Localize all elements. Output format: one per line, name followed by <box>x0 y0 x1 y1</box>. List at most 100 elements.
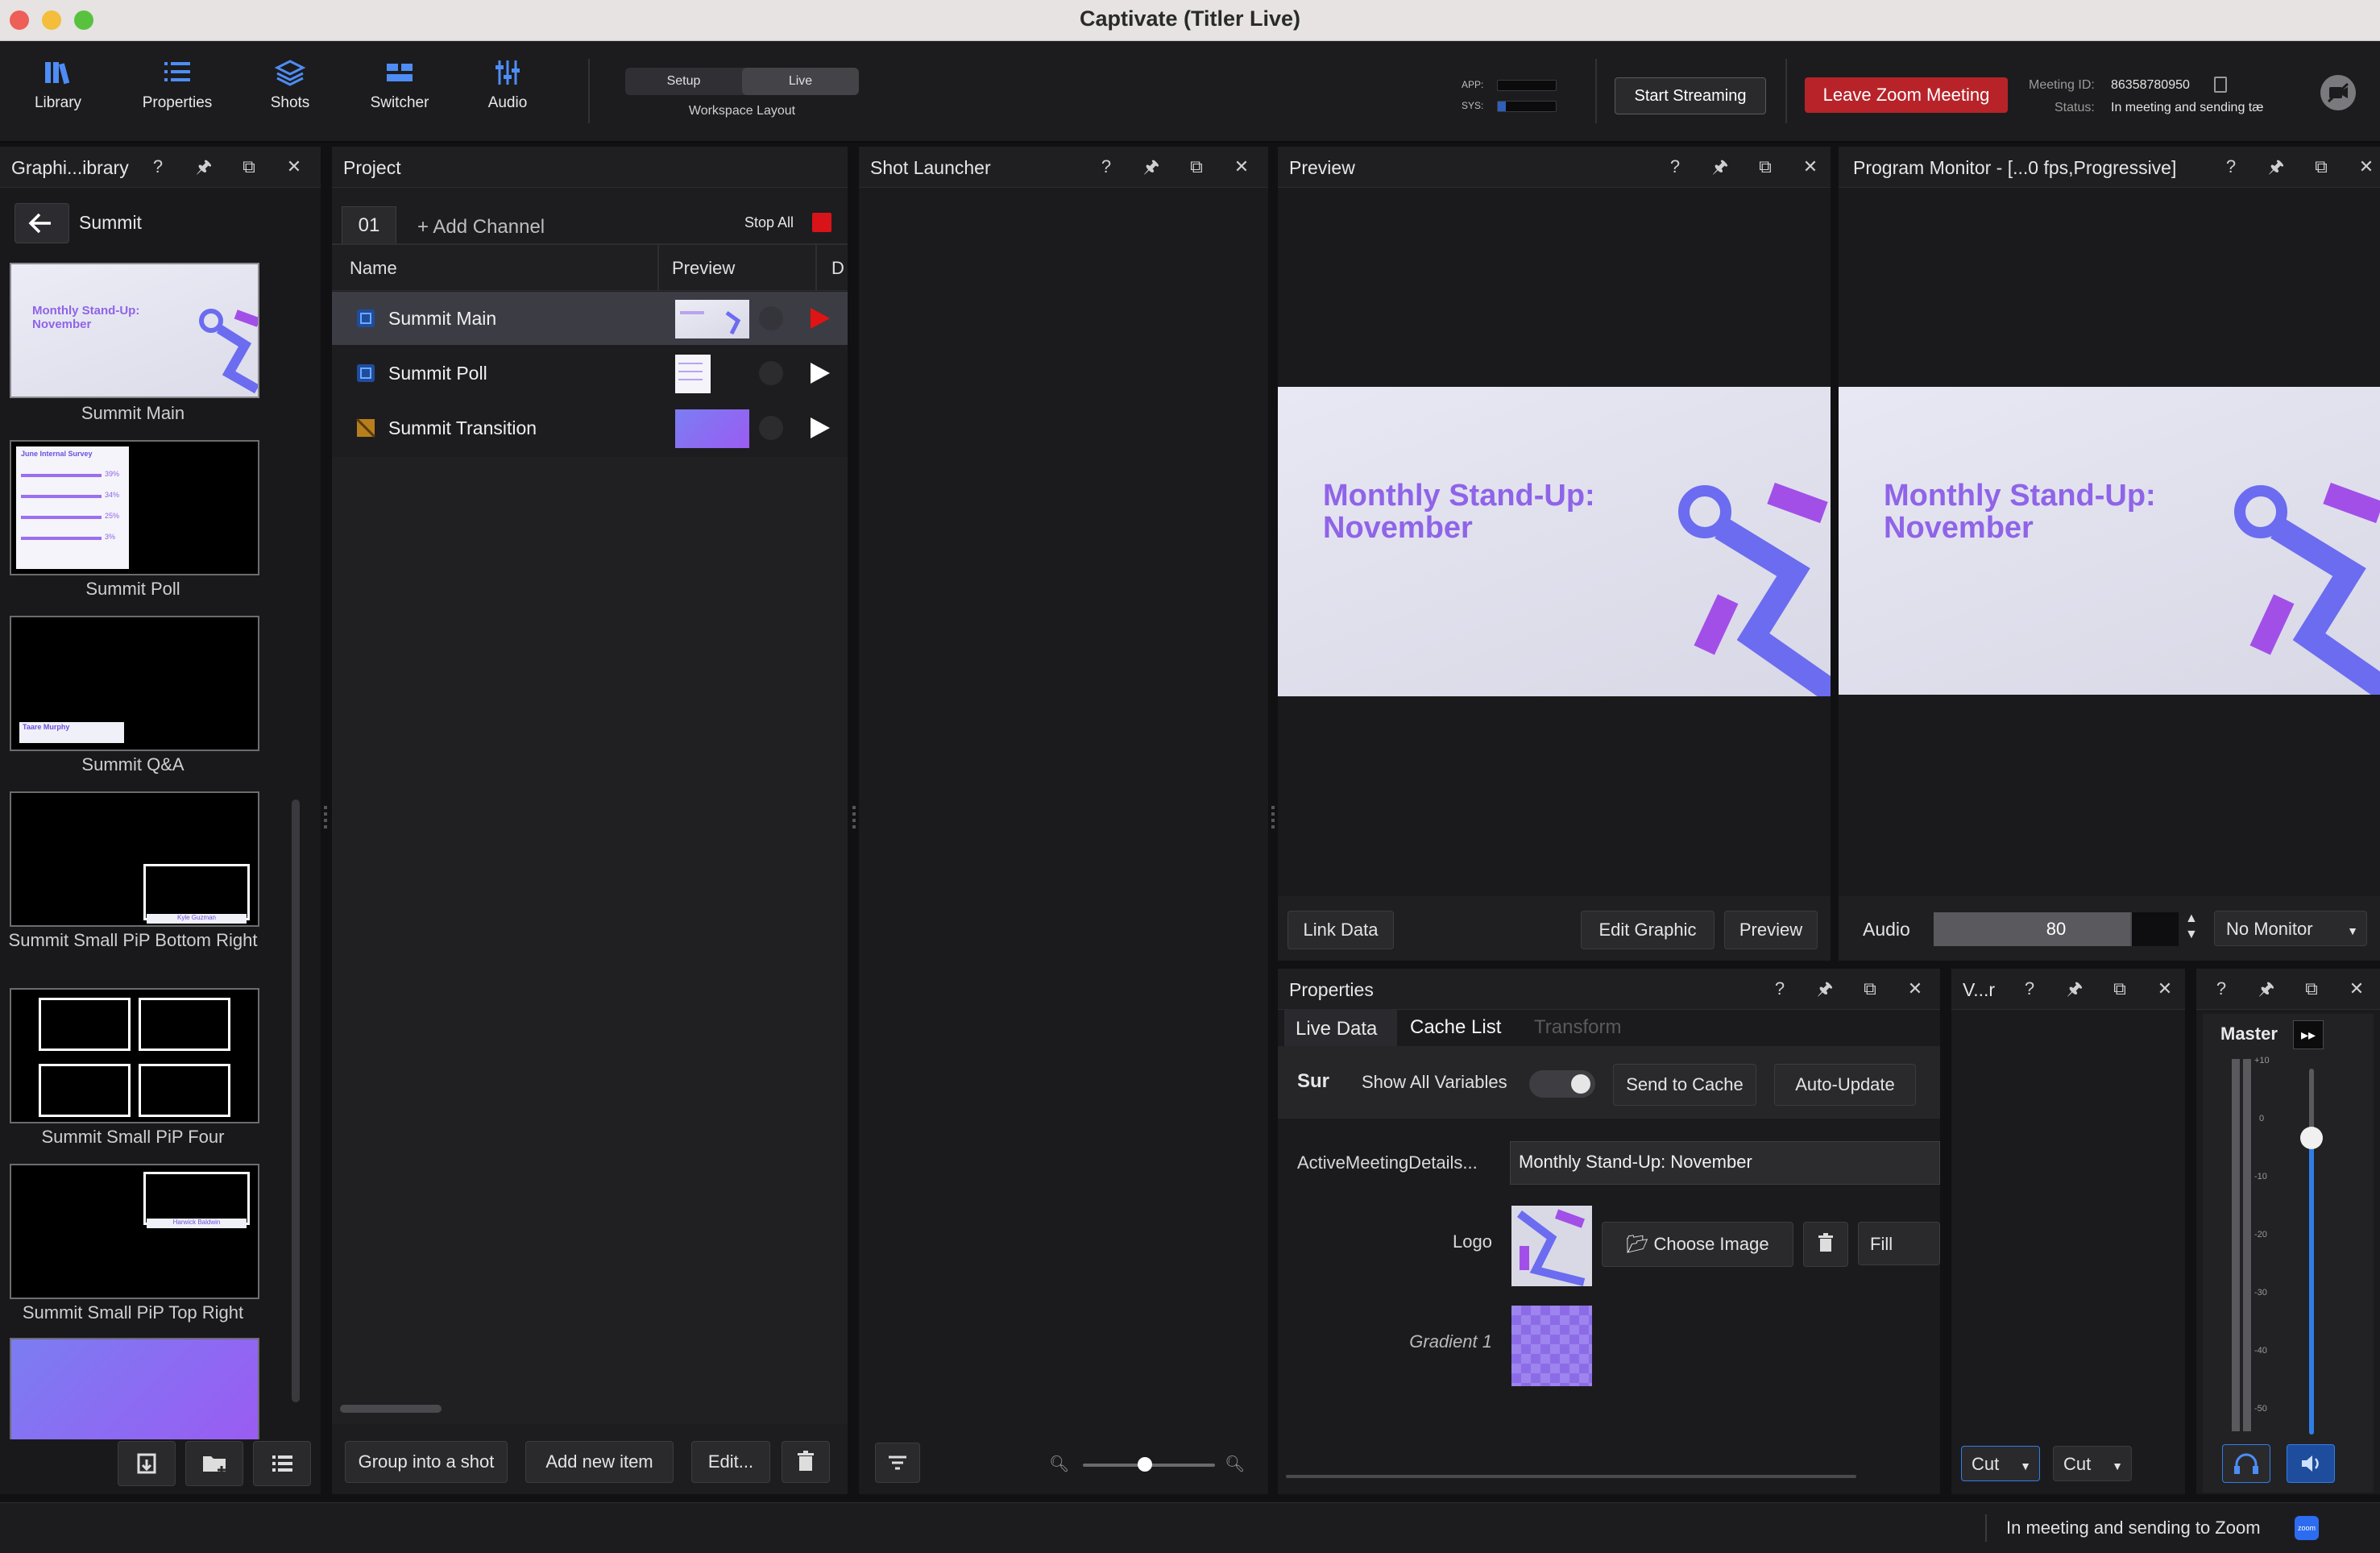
library-item-summit-main[interactable]: Monthly Stand-Up: November <box>10 263 259 398</box>
pin-icon[interactable]: 🖈 <box>1710 156 1731 177</box>
help-icon[interactable]: ? <box>147 156 168 177</box>
workspace-live-option[interactable]: Live <box>742 68 859 95</box>
splitter-handle[interactable] <box>852 806 856 830</box>
stepper-arrows-icon[interactable]: ▲ ▼ <box>2185 911 2198 943</box>
library-item-summit-poll[interactable]: June Internal Survey 39% 34% 25% 3% <box>10 440 259 575</box>
transition-select-1[interactable]: Cut ▼ <box>1961 1446 2040 1481</box>
auto-update-button[interactable]: Auto-Update <box>1774 1064 1916 1106</box>
splitter-handle[interactable] <box>324 806 327 830</box>
pin-icon[interactable]: 🖈 <box>1814 978 1835 999</box>
preview-button[interactable]: Preview <box>1724 911 1818 949</box>
clear-image-button[interactable] <box>1803 1222 1848 1267</box>
group-into-shot-button[interactable]: Group into a shot <box>345 1441 508 1483</box>
play-icon[interactable] <box>807 416 831 440</box>
library-scrollbar[interactable] <box>292 799 300 1402</box>
undock-icon[interactable]: ⧉ <box>2109 978 2130 999</box>
table-row[interactable]: Summit Transition <box>332 401 848 455</box>
zoom-slider-thumb[interactable] <box>1138 1457 1152 1472</box>
start-streaming-button[interactable]: Start Streaming <box>1615 77 1766 114</box>
close-icon[interactable]: ✕ <box>1231 156 1252 177</box>
headphones-button[interactable] <box>2222 1444 2270 1483</box>
pin-icon[interactable]: 🖈 <box>1141 156 1162 177</box>
import-button[interactable] <box>118 1441 176 1486</box>
library-item-summit-transition[interactable] <box>10 1338 259 1439</box>
stop-all-button[interactable] <box>812 213 831 232</box>
undock-icon[interactable]: ⧉ <box>1755 156 1776 177</box>
library-item-summit-small-pip-four[interactable] <box>10 988 259 1123</box>
zoom-out-icon[interactable]: 🔍︎ <box>1049 1454 1069 1474</box>
filter-button[interactable] <box>875 1443 920 1483</box>
row-check-icon[interactable] <box>759 416 783 440</box>
properties-button[interactable]: Properties <box>129 59 226 131</box>
pin-icon[interactable]: 🖈 <box>2266 156 2287 177</box>
show-all-variables-toggle[interactable] <box>1529 1070 1595 1098</box>
tab-live-data[interactable]: Live Data <box>1284 1009 1397 1046</box>
horizontal-scrollbar[interactable] <box>340 1405 442 1413</box>
table-row[interactable]: Summit Main <box>332 292 848 345</box>
close-icon[interactable]: ✕ <box>2356 156 2377 177</box>
splitter-handle[interactable] <box>1271 806 1275 830</box>
close-icon[interactable]: ✕ <box>2346 978 2367 999</box>
audio-button[interactable]: Audio <box>459 59 556 131</box>
library-item-summit-qa[interactable]: Taare Murphy <box>10 616 259 751</box>
edit-button[interactable]: Edit... <box>691 1441 770 1483</box>
monitor-select[interactable]: No Monitor ▼ <box>2214 911 2367 946</box>
close-icon[interactable]: ✕ <box>1905 978 1926 999</box>
tab-cache-list[interactable]: Cache List <box>1410 1016 1501 1039</box>
speaker-button[interactable] <box>2287 1444 2335 1483</box>
channel-tab-01[interactable]: 01 <box>342 206 396 244</box>
row-check-icon[interactable] <box>759 306 783 330</box>
logo-thumbnail[interactable] <box>1511 1206 1592 1286</box>
horizontal-scrollbar[interactable] <box>1286 1475 1856 1478</box>
library-item-summit-small-pip-top-right[interactable]: Harwick Baldwin <box>10 1164 259 1299</box>
help-icon[interactable]: ? <box>2019 978 2040 999</box>
help-icon[interactable]: ? <box>1096 156 1117 177</box>
help-icon[interactable]: ? <box>2211 978 2232 999</box>
active-meeting-input[interactable]: Monthly Stand-Up: November <box>1510 1141 1940 1185</box>
undock-icon[interactable]: ⧉ <box>1186 156 1207 177</box>
undock-icon[interactable]: ⧉ <box>1860 978 1880 999</box>
add-new-item-button[interactable]: Add new item <box>525 1441 674 1483</box>
transition-select-2[interactable]: Cut ▼ <box>2053 1446 2132 1481</box>
new-folder-button[interactable] <box>185 1441 243 1486</box>
add-channel-button[interactable]: + Add Channel <box>417 216 545 239</box>
tab-transform[interactable]: Transform <box>1534 1016 1621 1039</box>
master-fader-track[interactable] <box>2309 1069 2314 1435</box>
list-view-button[interactable] <box>253 1441 311 1486</box>
leave-zoom-meeting-button[interactable]: Leave Zoom Meeting <box>1805 77 2008 113</box>
zoom-badge-icon[interactable]: zoom <box>2295 1516 2319 1540</box>
close-icon[interactable]: ✕ <box>2154 978 2175 999</box>
delete-button[interactable] <box>782 1441 830 1483</box>
fast-forward-button[interactable]: ▸▸ <box>2293 1020 2324 1049</box>
help-icon[interactable]: ? <box>1769 978 1790 999</box>
undock-icon[interactable]: ⧉ <box>2311 156 2332 177</box>
close-icon[interactable]: ✕ <box>1800 156 1821 177</box>
edit-graphic-button[interactable]: Edit Graphic <box>1581 911 1715 949</box>
fill-mode-select[interactable]: Fill <box>1858 1222 1940 1265</box>
choose-image-button[interactable]: 📂︎ Choose Image <box>1602 1222 1793 1267</box>
library-item-summit-small-pip-bottom-right[interactable]: Kyle Guzman <box>10 791 259 927</box>
help-icon[interactable]: ? <box>1665 156 1685 177</box>
undock-icon[interactable]: ⧉ <box>238 156 259 177</box>
back-button[interactable] <box>15 203 69 243</box>
help-icon[interactable]: ? <box>2220 156 2241 177</box>
undock-icon[interactable]: ⧉ <box>2301 978 2322 999</box>
switcher-button[interactable]: Switcher <box>351 59 448 131</box>
workspace-setup-option[interactable]: Setup <box>625 68 742 95</box>
close-icon[interactable]: ✕ <box>284 156 305 177</box>
play-icon[interactable] <box>807 306 831 330</box>
zoom-in-icon[interactable]: 🔍︎ <box>1225 1454 1245 1474</box>
shots-button[interactable]: Shots <box>242 59 338 131</box>
library-button[interactable]: Library <box>10 59 106 131</box>
pin-icon[interactable]: 🖈 <box>193 156 214 177</box>
play-icon[interactable] <box>807 361 831 385</box>
camera-off-icon[interactable] <box>2320 75 2356 110</box>
link-data-button[interactable]: Link Data <box>1287 911 1394 949</box>
table-row[interactable]: Summit Poll <box>332 347 848 400</box>
send-to-cache-button[interactable]: Send to Cache <box>1613 1064 1756 1106</box>
pin-icon[interactable]: 🖈 <box>2064 978 2085 999</box>
copy-icon[interactable] <box>2214 77 2227 93</box>
gradient-swatch[interactable] <box>1511 1306 1592 1386</box>
master-fader-knob[interactable] <box>2300 1127 2323 1149</box>
row-check-icon[interactable] <box>759 361 783 385</box>
